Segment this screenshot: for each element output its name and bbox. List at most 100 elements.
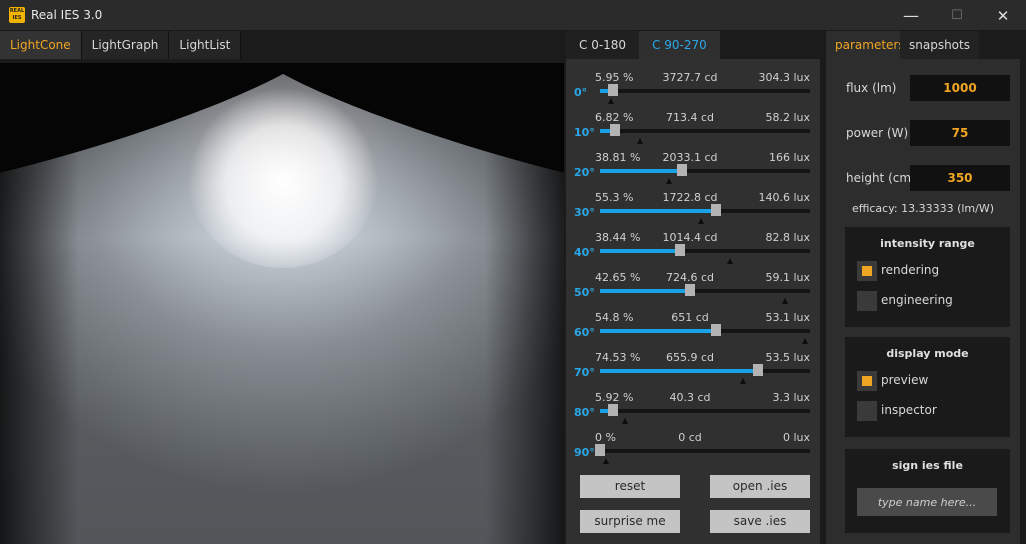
maximize-icon: ☐ <box>951 8 963 23</box>
candela-value: 40.3 cd <box>669 391 711 404</box>
angle-row: 0 % 0 cd 0 lux 90° <box>566 419 820 464</box>
intensity-slider[interactable] <box>600 204 810 224</box>
app-logo-icon: REAL IES <box>9 7 25 23</box>
lux-value: 3.3 lux <box>772 391 810 404</box>
intensity-slider[interactable] <box>600 324 810 344</box>
lux-value: 166 lux <box>768 151 810 164</box>
slider-handle[interactable] <box>710 324 721 336</box>
lux-value: 59.1 lux <box>765 271 810 284</box>
slider-handle[interactable] <box>595 444 605 456</box>
intensity-slider[interactable] <box>600 84 810 104</box>
slider-handle[interactable] <box>676 164 687 176</box>
intensity-slider[interactable] <box>600 164 810 184</box>
power-field[interactable]: 75 <box>910 120 1010 146</box>
rendering-checkbox[interactable] <box>857 261 877 281</box>
angle-label: 90° <box>574 446 595 459</box>
slider-fill <box>600 209 716 213</box>
power-label: power (W) <box>846 126 909 140</box>
light-cone-render <box>0 63 564 544</box>
candela-value: 0 cd <box>678 431 702 444</box>
intensity-slider[interactable] <box>600 244 810 264</box>
tab-snapshots[interactable]: snapshots <box>900 31 979 59</box>
slider-fill <box>600 289 691 293</box>
angle-row: 38.81 % 2033.1 cd 166 lux 20° <box>566 139 820 184</box>
rendering-label: rendering <box>881 263 940 277</box>
display-mode-title: display mode <box>886 347 969 360</box>
sign-name-input[interactable] <box>857 488 997 516</box>
lux-value: 0 lux <box>782 431 810 444</box>
intensity-slider[interactable] <box>600 364 810 384</box>
slider-handle[interactable] <box>752 364 763 376</box>
slider-handle[interactable] <box>609 124 620 136</box>
angle-row: 55.3 % 1722.8 cd 140.6 lux 30° <box>566 179 820 224</box>
minimize-button[interactable]: — <box>888 0 934 31</box>
angle-label: 0° <box>574 86 588 99</box>
intensity-slider[interactable] <box>600 404 810 424</box>
reset-button[interactable]: reset <box>580 475 680 498</box>
intensity-slider[interactable] <box>600 124 810 144</box>
percent-value: 38.81 % <box>595 151 641 164</box>
intensity-range-group: intensity range rendering engineering <box>845 227 1010 327</box>
sign-ies-group: sign ies file <box>845 449 1010 533</box>
lux-value: 140.6 lux <box>758 191 810 204</box>
slider-handle[interactable] <box>607 404 618 416</box>
candela-value: 713.4 cd <box>665 111 715 124</box>
c-plane-tabs: C 0-180 C 90-270 <box>566 31 720 59</box>
angle-row: 38.44 % 1014.4 cd 82.8 lux 40° <box>566 219 820 264</box>
open-ies-button[interactable]: open .ies <box>710 475 810 498</box>
inspector-checkbox[interactable] <box>857 401 877 421</box>
lux-value: 53.1 lux <box>765 311 810 324</box>
angle-label: 70° <box>574 366 595 379</box>
tab-lightcone[interactable]: LightCone <box>0 31 82 59</box>
percent-value: 55.3 % <box>595 191 634 204</box>
display-mode-group: display mode preview inspector <box>845 337 1010 437</box>
save-ies-button[interactable]: save .ies <box>710 510 810 533</box>
height-field[interactable]: 350 <box>910 165 1010 191</box>
percent-value: 5.92 % <box>595 391 634 404</box>
preview-label: preview <box>881 373 929 387</box>
slider-handle[interactable] <box>685 284 696 296</box>
lux-value: 58.2 lux <box>765 111 810 124</box>
light-cone-viewport[interactable] <box>0 63 564 544</box>
angle-row: 42.65 % 724.6 cd 59.1 lux 50° <box>566 259 820 304</box>
tab-c-90-270[interactable]: C 90-270 <box>639 31 720 59</box>
slider-fill <box>600 369 758 373</box>
lux-value: 82.8 lux <box>765 231 810 244</box>
percent-value: 42.65 % <box>595 271 641 284</box>
angle-row: 6.82 % 713.4 cd 58.2 lux 10° <box>566 99 820 144</box>
candela-value: 1722.8 cd <box>662 191 718 204</box>
slider-handle[interactable] <box>607 84 618 96</box>
preview-checkbox[interactable] <box>857 371 877 391</box>
slider-handle[interactable] <box>674 244 685 256</box>
engineering-label: engineering <box>881 293 953 307</box>
percent-value: 0 % <box>595 431 616 444</box>
flux-field[interactable]: 1000 <box>910 75 1010 101</box>
lux-value: 304.3 lux <box>758 71 810 84</box>
candela-value: 3727.7 cd <box>662 71 718 84</box>
slider-fill <box>600 169 682 173</box>
angle-label: 50° <box>574 286 595 299</box>
slider-fill <box>600 249 680 253</box>
angle-label: 40° <box>574 246 595 259</box>
lux-value: 53.5 lux <box>765 351 810 364</box>
view-tabs: LightCone LightGraph LightList <box>0 31 242 59</box>
title-bar: REAL IES Real IES 3.0 — ☐ ✕ <box>0 0 1026 31</box>
candela-value: 724.6 cd <box>665 271 715 284</box>
candela-value: 2033.1 cd <box>662 151 718 164</box>
percent-value: 74.53 % <box>595 351 641 364</box>
surprise-me-button[interactable]: surprise me <box>580 510 680 533</box>
maximize-button[interactable]: ☐ <box>934 0 980 31</box>
angle-row: 74.53 % 655.9 cd 53.5 lux 70° <box>566 339 820 384</box>
tab-lightlist[interactable]: LightList <box>169 31 242 59</box>
close-button[interactable]: ✕ <box>980 0 1026 31</box>
slider-fill <box>600 329 716 333</box>
angle-label: 80° <box>574 406 595 419</box>
engineering-checkbox[interactable] <box>857 291 877 311</box>
flux-label: flux (lm) <box>846 81 897 95</box>
intensity-slider[interactable] <box>600 284 810 304</box>
percent-value: 5.95 % <box>595 71 634 84</box>
tab-c-0-180[interactable]: C 0-180 <box>566 31 640 59</box>
slider-handle[interactable] <box>710 204 721 216</box>
intensity-slider[interactable] <box>595 444 810 464</box>
tab-lightgraph[interactable]: LightGraph <box>81 31 170 59</box>
